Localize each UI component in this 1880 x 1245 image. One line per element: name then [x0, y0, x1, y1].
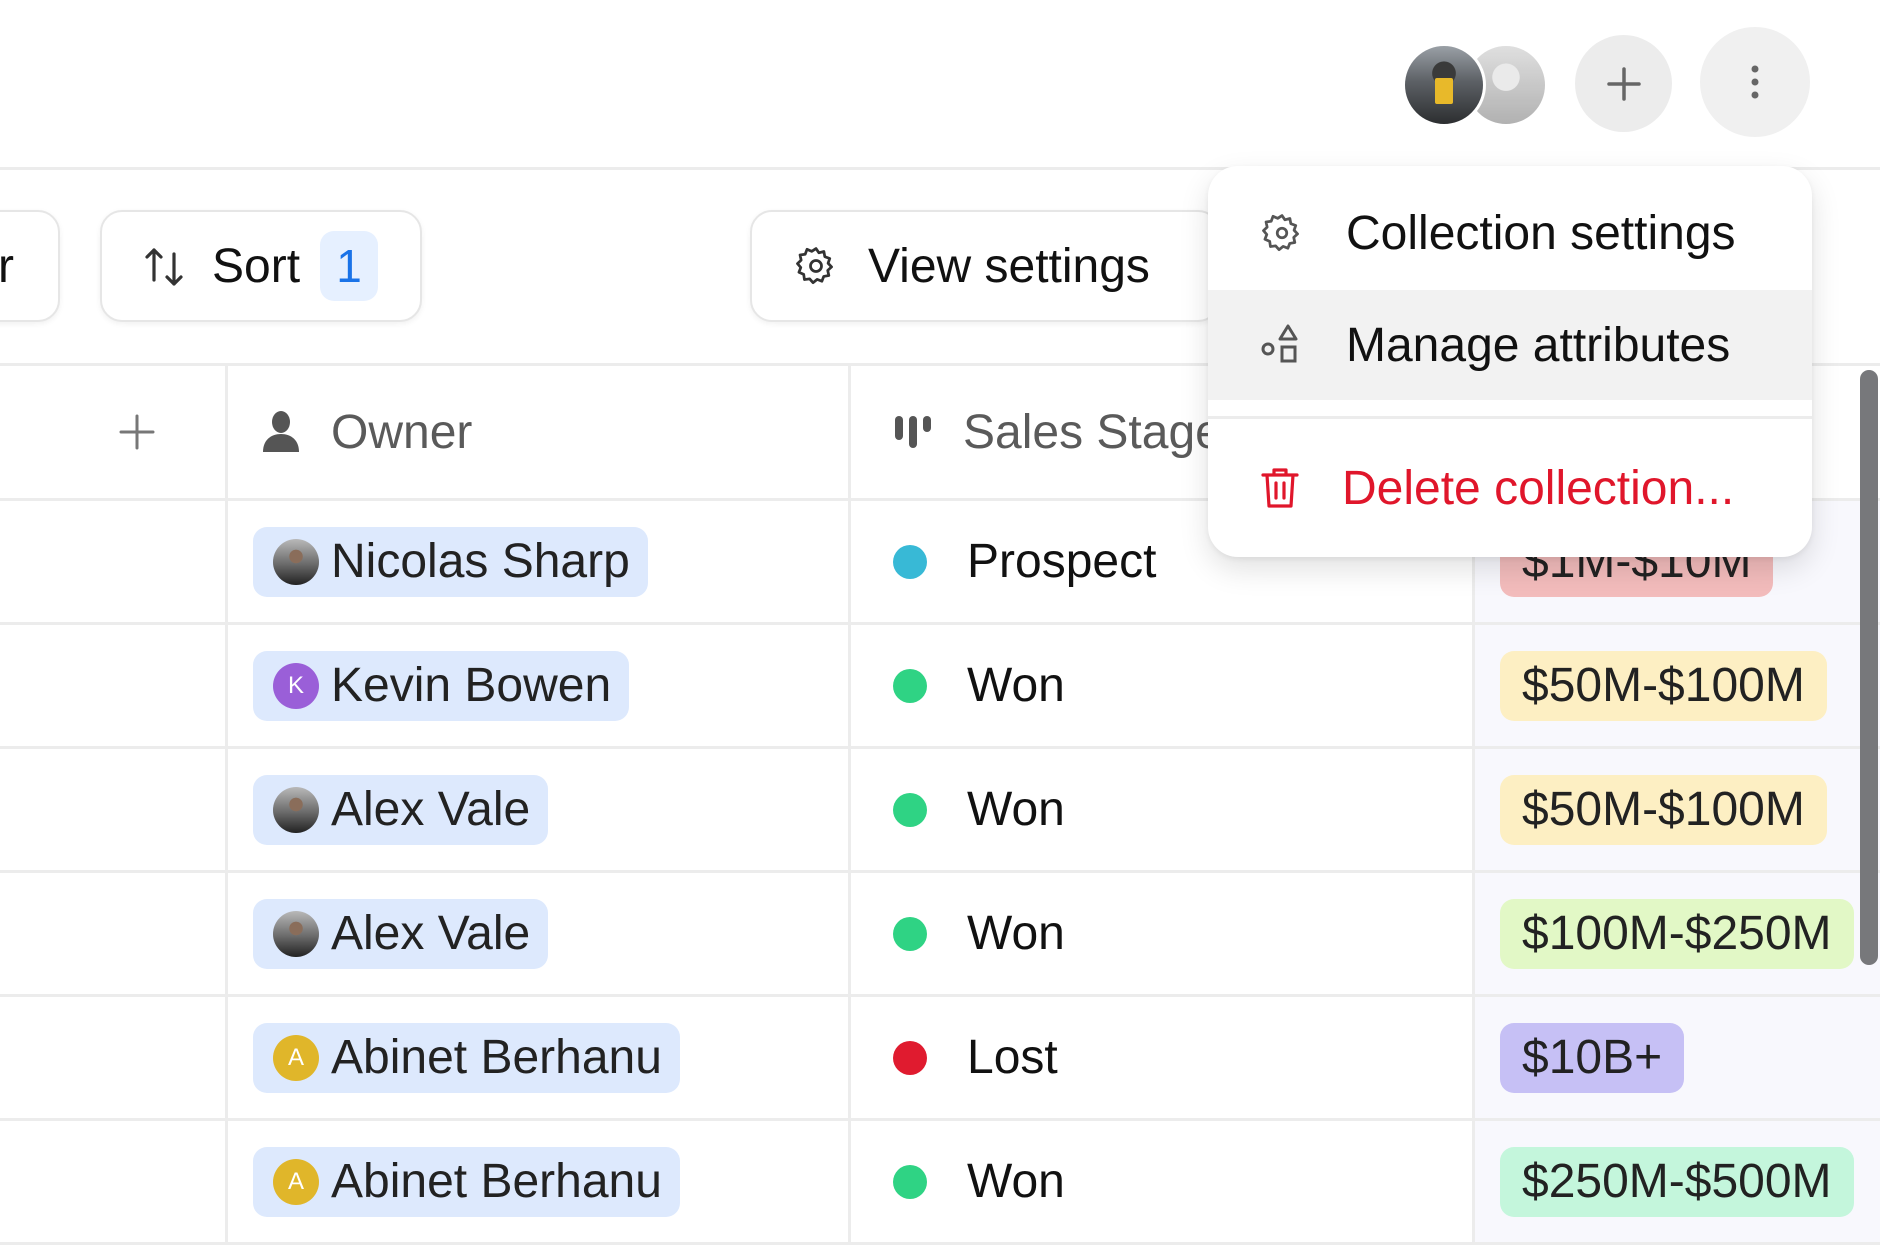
top-bar [0, 0, 1880, 170]
collection-options-menu: Collection settings Manage attributes De… [1208, 166, 1812, 557]
sales-stage-cell[interactable]: Won [851, 749, 1475, 870]
sort-count-badge: 1 [320, 231, 379, 301]
status-dot-icon [893, 1040, 927, 1075]
sort-label: Sort [212, 239, 301, 293]
owner-chip[interactable]: K Kevin Bowen [253, 650, 630, 721]
gear-icon [1262, 214, 1299, 252]
table-row[interactable]: Alex Vale Won $50M-$100M [0, 749, 1880, 873]
owner-name: Alex Vale [331, 907, 531, 960]
owner-name: Kevin Bowen [331, 659, 612, 712]
avatar[interactable] [1402, 43, 1486, 127]
add-button[interactable] [1575, 35, 1672, 132]
owner-name: Alex Vale [331, 783, 531, 836]
trash-icon [1261, 468, 1299, 508]
avatar: K [273, 662, 319, 709]
menu-item-delete-collection[interactable]: Delete collection... [1208, 433, 1812, 543]
owner-chip[interactable]: A Abinet Berhanu [253, 1146, 680, 1217]
estimate-tag: $250M-$500M [1500, 1146, 1854, 1217]
avatar [273, 910, 319, 957]
kanban-icon [895, 416, 931, 448]
estimate-tag: $50M-$100M [1500, 650, 1827, 721]
status-dot-icon [893, 668, 927, 703]
estimate-tag: $10B+ [1500, 1022, 1685, 1093]
avatar [273, 538, 319, 585]
owner-chip[interactable]: A Abinet Berhanu [253, 1022, 680, 1093]
more-vertical-icon [1751, 65, 1759, 99]
avatar: A [273, 1034, 319, 1081]
row-spacer-cell [0, 625, 228, 746]
shapes-icon [1261, 324, 1298, 363]
more-options-button[interactable] [1700, 27, 1810, 137]
sales-stage-label: Won [967, 783, 1065, 836]
gear-icon [796, 247, 833, 285]
owner-cell[interactable]: Alex Vale [228, 873, 851, 994]
table-row[interactable]: K Kevin Bowen Won $50M-$100M [0, 625, 1880, 749]
row-spacer-cell [0, 1121, 228, 1242]
owner-cell[interactable]: A Abinet Berhanu [228, 1121, 851, 1242]
person-icon [263, 411, 299, 452]
estimate-tag: $50M-$100M [1500, 774, 1827, 845]
menu-item-collection-settings[interactable]: Collection settings [1208, 178, 1812, 288]
menu-item-label: Collection settings [1346, 206, 1736, 260]
owner-name: Abinet Berhanu [331, 1031, 662, 1084]
column-header-label: Owner [331, 405, 473, 459]
sales-stage-cell[interactable]: Won [851, 873, 1475, 994]
sales-stage-label: Won [967, 659, 1065, 712]
estimate-cell[interactable]: $250M-$500M [1475, 1121, 1880, 1242]
sales-stage-label: Lost [967, 1031, 1058, 1084]
sales-stage-cell[interactable]: Won [851, 625, 1475, 746]
menu-divider [1208, 416, 1812, 419]
estimate-cell[interactable]: $100M-$250M [1475, 873, 1880, 994]
estimate-cell[interactable]: $50M-$100M [1475, 625, 1880, 746]
owner-cell[interactable]: A Abinet Berhanu [228, 997, 851, 1118]
owner-name: Nicolas Sharp [331, 535, 630, 588]
vertical-scrollbar[interactable] [1860, 370, 1878, 965]
sort-arrows-icon [145, 248, 183, 286]
avatar: A [273, 1158, 319, 1205]
sales-stage-cell[interactable]: Won [851, 1121, 1475, 1242]
plus-icon [1606, 66, 1641, 101]
owner-chip[interactable]: Alex Vale [253, 898, 549, 969]
sales-stage-label: Won [967, 907, 1065, 960]
owner-cell[interactable]: K Kevin Bowen [228, 625, 851, 746]
plus-icon[interactable] [119, 414, 155, 450]
view-settings-label: View settings [868, 239, 1150, 293]
estimate-tag: $100M-$250M [1500, 898, 1854, 969]
estimate-cell[interactable]: $50M-$100M [1475, 749, 1880, 870]
row-spacer-cell [0, 873, 228, 994]
status-dot-icon [893, 544, 927, 579]
row-spacer-cell [0, 749, 228, 870]
sales-stage-label: Won [967, 1155, 1065, 1208]
estimate-cell[interactable]: $10B+ [1475, 997, 1880, 1118]
column-header-label: Sales Stage [963, 405, 1222, 459]
column-header-owner[interactable]: Owner [228, 366, 851, 498]
avatar-photo-detail [1435, 78, 1453, 104]
table-row[interactable]: A Abinet Berhanu Won $250M-$500M [0, 1121, 1880, 1245]
owner-name: Abinet Berhanu [331, 1155, 662, 1208]
row-spacer-cell [0, 501, 228, 622]
filter-label: r [0, 239, 14, 293]
owner-chip[interactable]: Nicolas Sharp [253, 526, 648, 597]
table-row[interactable]: A Abinet Berhanu Lost $10B+ [0, 997, 1880, 1121]
avatar [273, 786, 319, 833]
sales-stage-cell[interactable]: Lost [851, 997, 1475, 1118]
sales-stage-label: Prospect [967, 535, 1157, 588]
status-dot-icon [893, 792, 927, 827]
menu-item-label: Delete collection... [1342, 461, 1735, 515]
table-row[interactable]: Alex Vale Won $100M-$250M [0, 873, 1880, 997]
collaborator-avatars[interactable] [1402, 43, 1548, 127]
add-column-cell[interactable] [0, 366, 228, 498]
owner-chip[interactable]: Alex Vale [253, 774, 549, 845]
menu-item-manage-attributes[interactable]: Manage attributes [1208, 290, 1812, 400]
status-dot-icon [893, 916, 927, 951]
menu-item-label: Manage attributes [1346, 318, 1731, 372]
sort-button[interactable]: Sort 1 [100, 210, 422, 322]
view-settings-button[interactable]: View settings [750, 210, 1220, 322]
owner-cell[interactable]: Alex Vale [228, 749, 851, 870]
row-spacer-cell [0, 997, 228, 1118]
owner-cell[interactable]: Nicolas Sharp [228, 501, 851, 622]
status-dot-icon [893, 1164, 927, 1199]
filter-button[interactable]: r [0, 210, 60, 322]
